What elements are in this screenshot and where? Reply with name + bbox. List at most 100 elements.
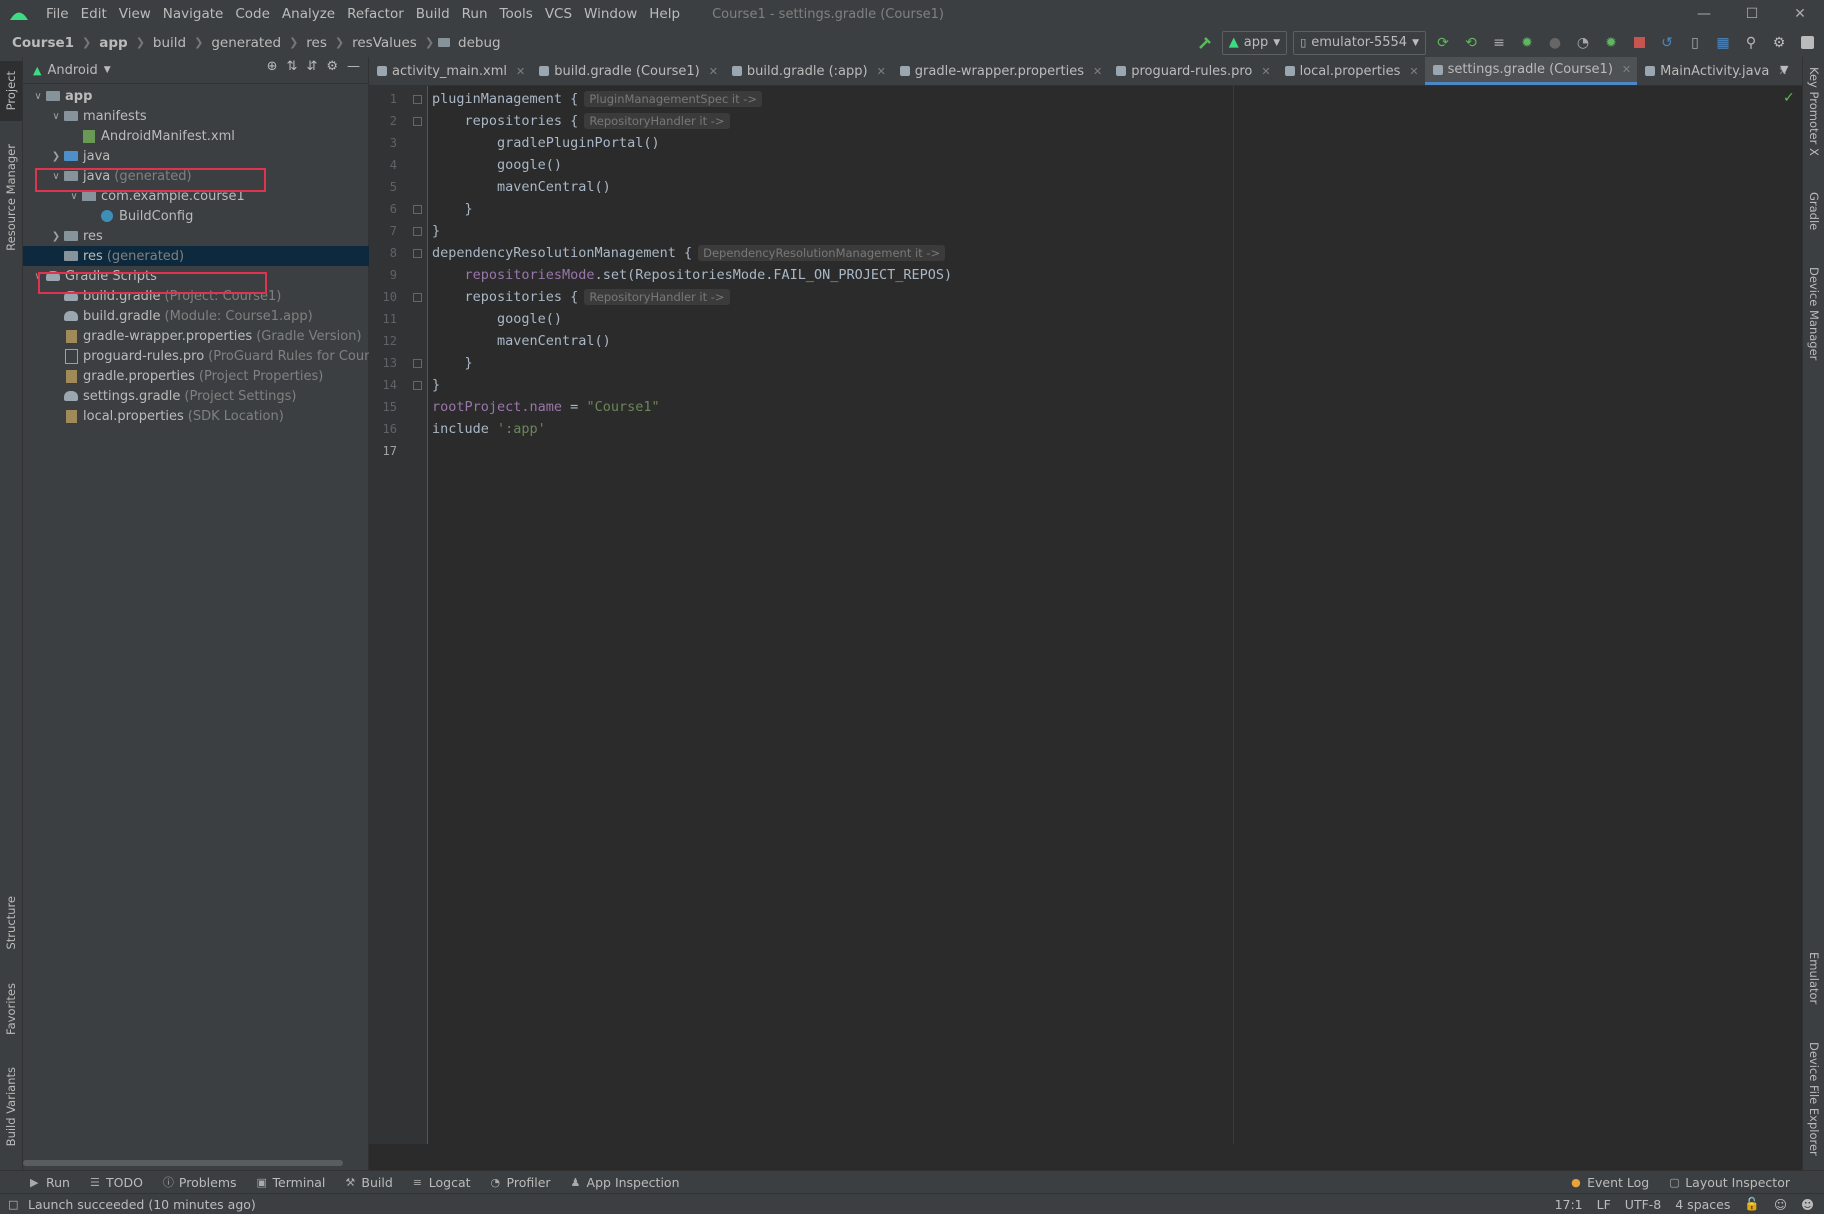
close-tab-icon[interactable]: ✕ [709, 65, 718, 78]
close-tab-icon[interactable]: ✕ [1622, 63, 1631, 76]
editor-tab[interactable]: build.gradle (:app)✕ [724, 57, 892, 85]
tab-list-dropdown-icon[interactable]: ▼ [1780, 63, 1788, 76]
breadcrumb-item[interactable]: res [302, 35, 331, 51]
fold-marker-icon[interactable] [413, 249, 422, 258]
menu-navigate[interactable]: Navigate [157, 6, 230, 22]
apply-code-changes-icon[interactable]: ⟲ [1460, 32, 1482, 54]
file-encoding[interactable]: UTF-8 [1625, 1197, 1661, 1212]
todo-tool-button[interactable]: ☰TODO [80, 1175, 153, 1190]
editor-tab[interactable]: MainActivity.java✕ [1637, 57, 1793, 85]
expand-all-icon[interactable]: ⇅ [287, 59, 298, 74]
menu-refactor[interactable]: Refactor [341, 6, 410, 22]
menu-run[interactable]: Run [456, 6, 494, 22]
logcat-tool-button[interactable]: ≡Logcat [403, 1175, 481, 1190]
debug-icon[interactable]: ✹ [1516, 32, 1538, 54]
maximize-button[interactable]: ☐ [1728, 0, 1776, 28]
project-view-select[interactable]: ▲ Android ▼ [23, 63, 111, 78]
search-icon[interactable]: ⚲ [1740, 32, 1762, 54]
editor-tab[interactable]: local.properties✕ [1277, 57, 1425, 85]
fold-marker-icon[interactable] [413, 381, 422, 390]
structure-tool-tab[interactable]: Structure [0, 887, 22, 959]
code-editor[interactable]: pluginManagement {PluginManagementSpec i… [428, 86, 1802, 1144]
menu-window[interactable]: Window [578, 6, 643, 22]
coverage-icon[interactable]: ≡ [1488, 32, 1510, 54]
close-tab-icon[interactable]: ✕ [1409, 65, 1418, 78]
lock-icon[interactable]: 🔓 [1744, 1196, 1760, 1212]
panel-settings-gear-icon[interactable]: ⚙ [326, 59, 338, 74]
close-tab-icon[interactable]: ✕ [877, 65, 886, 78]
breadcrumb-item[interactable]: debug [454, 35, 505, 51]
menu-analyze[interactable]: Analyze [276, 6, 341, 22]
profiler-tool-button[interactable]: ◔Profiler [481, 1175, 561, 1190]
breadcrumb-item[interactable]: Course1 [8, 35, 78, 51]
tree-item[interactable]: settings.gradle(Project Settings) [23, 386, 394, 406]
fold-marker-icon[interactable] [413, 359, 422, 368]
menu-view[interactable]: View [113, 6, 157, 22]
attach-debugger-icon[interactable]: ✹ [1600, 32, 1622, 54]
app-inspection-tool-button[interactable]: ♟App Inspection [561, 1175, 690, 1190]
fold-marker-icon[interactable] [413, 205, 422, 214]
menu-help[interactable]: Help [643, 6, 686, 22]
indent-setting[interactable]: 4 spaces [1675, 1197, 1730, 1212]
horizontal-scrollbar[interactable] [23, 1160, 343, 1166]
build-variants-tool-tab[interactable]: Build Variants [0, 1057, 22, 1157]
chevron-down-icon[interactable]: ∨ [49, 111, 63, 122]
favorites-tool-tab[interactable]: Favorites [0, 969, 22, 1049]
device-select[interactable]: ▯emulator-5554▼ [1293, 31, 1426, 55]
sync-gradle-icon[interactable]: ↺ [1656, 32, 1678, 54]
make-project-hammer-icon[interactable] [1194, 32, 1216, 54]
fold-marker-icon[interactable] [413, 227, 422, 236]
tree-item[interactable]: gradle-wrapper.properties(Gradle Version… [23, 326, 394, 346]
run-config-select[interactable]: ▲app▼ [1222, 31, 1287, 55]
menu-file[interactable]: File [40, 6, 75, 22]
build-tool-button[interactable]: ⚒Build [335, 1175, 402, 1190]
tree-item[interactable]: proguard-rules.pro(ProGuard Rules for Co… [23, 346, 394, 366]
sdk-manager-icon[interactable]: ▦ [1712, 32, 1734, 54]
editor-tab[interactable]: gradle-wrapper.properties✕ [892, 57, 1108, 85]
stop-icon[interactable] [1628, 32, 1650, 54]
close-tab-icon[interactable]: ✕ [516, 65, 525, 78]
tree-item[interactable]: ❯res [23, 226, 394, 246]
hide-panel-icon[interactable]: — [347, 59, 360, 74]
chevron-down-icon[interactable]: ∨ [67, 191, 81, 202]
event-log-button[interactable]: ●Event Log [1561, 1175, 1659, 1190]
chevron-down-icon[interactable]: ∨ [31, 91, 45, 102]
collapse-all-icon[interactable]: ⇵ [306, 59, 317, 74]
menu-build[interactable]: Build [410, 6, 456, 22]
device-file-explorer-tool-tab[interactable]: Device File Explorer [1803, 1042, 1824, 1162]
account-icon[interactable] [1796, 32, 1818, 54]
fold-marker-icon[interactable] [413, 95, 422, 104]
tree-item[interactable]: ❯java [23, 146, 394, 166]
breadcrumb-item[interactable]: resValues [348, 35, 421, 51]
resource-manager-tool-tab[interactable]: Resource Manager [0, 137, 22, 257]
device-manager-tool-tab[interactable]: Device Manager [1803, 267, 1824, 377]
tree-item[interactable]: AndroidManifest.xml [23, 126, 412, 146]
breadcrumb-item[interactable]: build [149, 35, 190, 51]
menu-code[interactable]: Code [229, 6, 276, 22]
fold-marker-icon[interactable] [413, 293, 422, 302]
key-promoter-tool-tab[interactable]: Key Promoter X [1803, 67, 1824, 177]
editor-tab[interactable]: build.gradle (Course1)✕ [531, 57, 724, 85]
problems-tool-button[interactable]: ⓘProblems [153, 1175, 247, 1190]
face-icon[interactable]: ☺ [1774, 1197, 1787, 1212]
tree-item[interactable]: ∨manifests [23, 106, 394, 126]
run-with-coverage-icon[interactable]: ● [1544, 32, 1566, 54]
fold-marker-icon[interactable] [413, 117, 422, 126]
tree-item[interactable]: local.properties(SDK Location) [23, 406, 394, 426]
caret-position[interactable]: 17:1 [1555, 1197, 1583, 1212]
menu-tools[interactable]: Tools [494, 6, 539, 22]
run-tool-button[interactable]: ▶Run [20, 1175, 80, 1190]
chevron-right-icon[interactable]: ❯ [49, 231, 63, 242]
locate-file-icon[interactable]: ⊕ [267, 59, 278, 74]
editor-tab[interactable]: proguard-rules.pro✕ [1108, 57, 1276, 85]
tree-item[interactable]: build.gradle(Module: Course1.app) [23, 306, 394, 326]
profile-icon[interactable]: ◔ [1572, 32, 1594, 54]
tree-item[interactable]: ∨app [23, 86, 376, 106]
project-tool-tab[interactable]: Project [0, 61, 22, 121]
terminal-tool-button[interactable]: ▣Terminal [247, 1175, 336, 1190]
gradle-tool-tab[interactable]: Gradle [1803, 192, 1824, 252]
editor-tab[interactable]: activity_main.xml✕ [369, 57, 531, 85]
minimize-button[interactable]: — [1680, 0, 1728, 28]
settings-gear-icon[interactable]: ⚙ [1768, 32, 1790, 54]
chevron-right-icon[interactable]: ❯ [49, 151, 63, 162]
